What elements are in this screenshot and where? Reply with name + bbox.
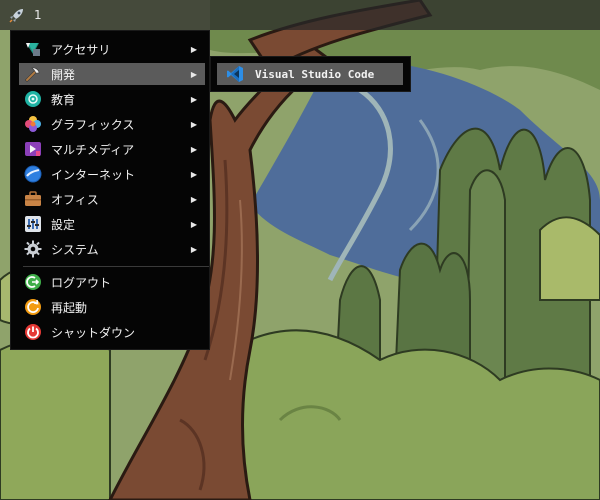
menu-item-settings[interactable]: 設定 ▶ [19, 213, 205, 235]
menu-item-accessories[interactable]: アクセサリ ▶ [19, 38, 205, 60]
development-icon [23, 64, 43, 84]
submenu-arrow-icon: ▶ [190, 119, 197, 129]
menu-item-label: シャットダウン [51, 325, 136, 340]
menu-item-reboot[interactable]: 再起動 [19, 296, 205, 318]
menu-item-multimedia[interactable]: マルチメディア ▶ [19, 138, 205, 160]
submenu-arrow-icon: ▶ [190, 144, 197, 154]
shutdown-icon [23, 322, 43, 342]
top-panel: 1 [0, 0, 600, 30]
settings-icon [23, 214, 43, 234]
submenu-arrow-icon: ▶ [190, 169, 197, 179]
menu-item-label: 再起動 [51, 300, 88, 315]
menu-item-label: ログアウト [51, 275, 112, 290]
menu-item-label: オフィス [51, 192, 99, 207]
system-gear-icon [23, 239, 43, 259]
submenu-item-label: Visual Studio Code [255, 67, 375, 81]
menu-item-label: グラフィックス [51, 117, 135, 132]
menu-item-label: インターネット [51, 167, 136, 182]
education-icon [23, 89, 43, 109]
submenu-item-vscode[interactable]: Visual Studio Code [217, 63, 403, 85]
development-submenu: Visual Studio Code [210, 56, 411, 92]
menu-item-system[interactable]: システム ▶ [19, 238, 205, 260]
submenu-arrow-icon: ▶ [190, 244, 197, 254]
submenu-arrow-icon: ▶ [190, 219, 197, 229]
menu-item-graphics[interactable]: グラフィックス ▶ [19, 113, 205, 135]
submenu-arrow-icon: ▶ [190, 44, 197, 54]
accessories-icon [23, 39, 43, 59]
menu-item-logout[interactable]: ログアウト [19, 271, 205, 293]
logout-icon [23, 272, 43, 292]
reboot-icon [23, 297, 43, 317]
menu-item-shutdown[interactable]: シャットダウン [19, 321, 205, 343]
menu-item-label: システム [51, 242, 99, 257]
internet-icon [23, 164, 43, 184]
graphics-icon [23, 114, 43, 134]
multimedia-icon [23, 139, 43, 159]
menu-item-internet[interactable]: インターネット ▶ [19, 163, 205, 185]
menu-item-office[interactable]: オフィス ▶ [19, 188, 205, 210]
menu-item-label: 開発 [51, 67, 76, 82]
launcher-button[interactable] [5, 3, 29, 27]
menu-item-label: 設定 [51, 217, 76, 232]
submenu-arrow-icon: ▶ [190, 69, 197, 79]
menu-item-label: アクセサリ [51, 42, 111, 57]
office-icon [23, 189, 43, 209]
submenu-arrow-icon: ▶ [190, 194, 197, 204]
menu-item-label: マルチメディア [51, 142, 135, 157]
application-menu: アクセサリ ▶ 開発 ▶ 教育 ▶ グラフィックス ▶ マルチメディア ▶ イン… [10, 30, 210, 350]
menu-item-education[interactable]: 教育 ▶ [19, 88, 205, 110]
workspace-indicator[interactable]: 1 [34, 8, 42, 22]
vscode-icon [225, 64, 245, 84]
menu-item-development[interactable]: 開発 ▶ [19, 63, 205, 85]
menu-separator [23, 266, 209, 267]
menu-item-label: 教育 [51, 92, 76, 107]
submenu-arrow-icon: ▶ [190, 94, 197, 104]
rocket-icon [9, 9, 23, 23]
